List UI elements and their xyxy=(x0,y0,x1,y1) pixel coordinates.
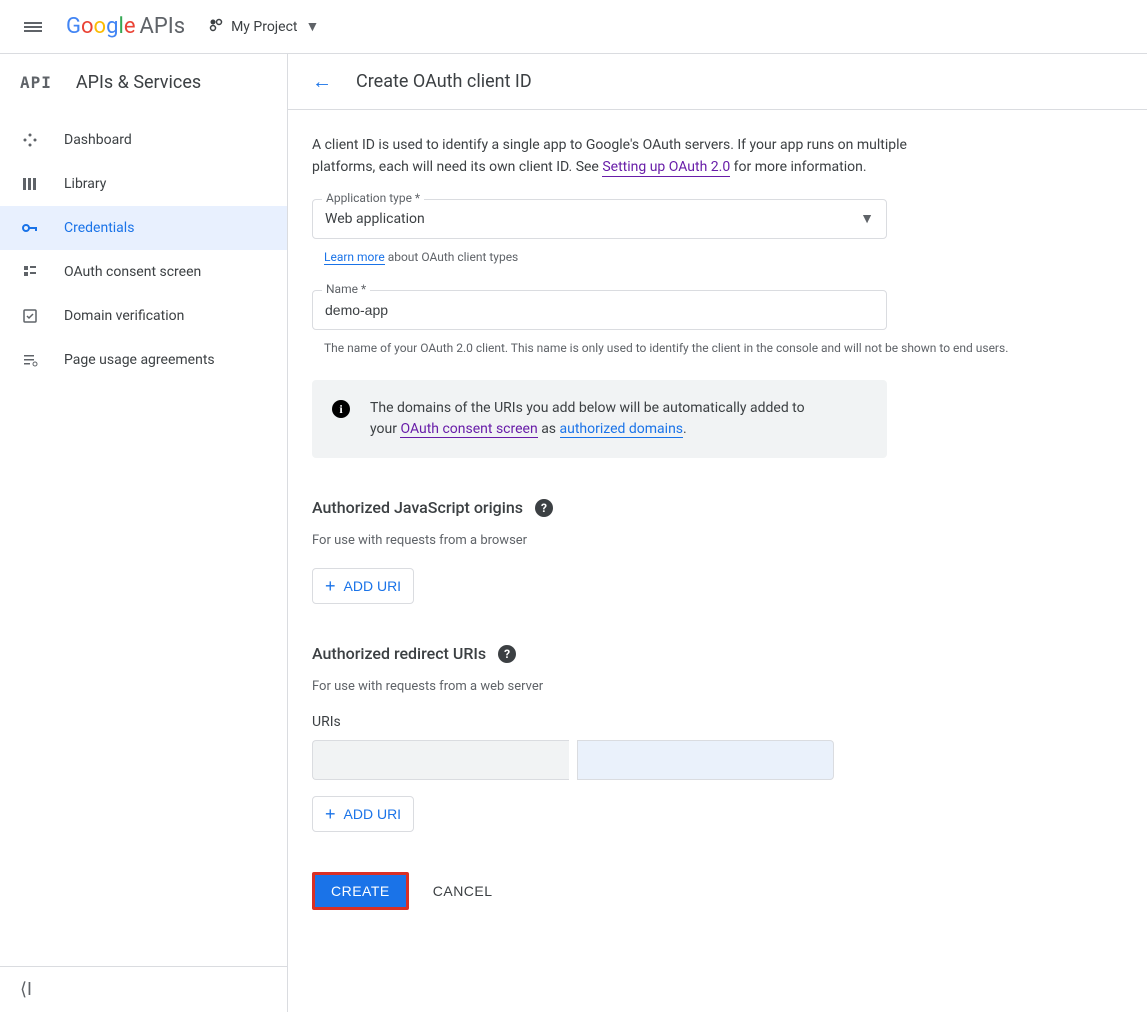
name-label: Name * xyxy=(322,282,370,296)
application-type-label: Application type * xyxy=(322,191,424,205)
uri-input[interactable] xyxy=(577,740,835,780)
uris-label: URIs xyxy=(312,714,887,730)
agreements-icon xyxy=(20,350,40,370)
project-selector[interactable]: My Project ▼ xyxy=(201,12,327,42)
redirect-uris-desc: For use with requests from a web server xyxy=(312,679,887,694)
sidebar: API APIs & Services Dashboard Library Cr… xyxy=(0,54,288,1012)
nav-label: OAuth consent screen xyxy=(64,264,201,280)
nav-label: Page usage agreements xyxy=(64,352,215,368)
application-type-select[interactable]: Web application ▼ xyxy=(312,199,887,239)
sidebar-item-credentials[interactable]: Credentials xyxy=(0,206,287,250)
google-apis-logo[interactable]: GoogleAPIs xyxy=(66,14,185,39)
js-origins-desc: For use with requests from a browser xyxy=(312,533,887,548)
name-help: The name of your OAuth 2.0 client. This … xyxy=(312,334,1123,357)
sidebar-item-dashboard[interactable]: Dashboard xyxy=(0,118,287,162)
topbar: GoogleAPIs My Project ▼ xyxy=(0,0,1147,54)
hamburger-menu-button[interactable] xyxy=(16,12,50,42)
nav-label: Dashboard xyxy=(64,132,132,148)
learn-more-link[interactable]: Learn more xyxy=(324,250,385,265)
actions: CREATE CANCEL xyxy=(312,872,1123,910)
project-name: My Project xyxy=(231,19,297,35)
authorized-domains-link[interactable]: authorized domains xyxy=(560,421,684,438)
intro-text: A client ID is used to identify a single… xyxy=(312,134,912,179)
name-field: Name * xyxy=(312,290,887,330)
nav-label: Credentials xyxy=(64,220,134,236)
uri-input-row xyxy=(312,740,834,780)
plus-icon: + xyxy=(325,576,336,597)
redirect-uris-title: Authorized redirect URIs xyxy=(312,644,486,663)
sidebar-nav: Dashboard Library Credentials OAuth cons… xyxy=(0,110,287,966)
consent-icon xyxy=(20,262,40,282)
collapse-sidebar-icon[interactable]: ⟨I xyxy=(20,979,32,1000)
setting-up-oauth-link[interactable]: Setting up OAuth 2.0 xyxy=(602,159,730,177)
key-icon xyxy=(20,218,40,238)
js-origins-section: Authorized JavaScript origins ? For use … xyxy=(312,498,887,604)
sidebar-title: APIs & Services xyxy=(76,72,201,93)
dropdown-arrow-icon: ▼ xyxy=(306,18,320,35)
chevron-down-icon: ▼ xyxy=(860,210,874,227)
js-origins-title: Authorized JavaScript origins xyxy=(312,498,523,517)
sidebar-item-library[interactable]: Library xyxy=(0,162,287,206)
cancel-button[interactable]: CANCEL xyxy=(433,883,493,899)
sidebar-item-oauth-consent[interactable]: OAuth consent screen xyxy=(0,250,287,294)
sidebar-footer: ⟨I xyxy=(0,966,287,1012)
content-header: ← Create OAuth client ID xyxy=(288,54,1147,110)
application-type-field: Application type * Web application ▼ xyxy=(312,199,887,239)
info-icon: i xyxy=(332,400,350,418)
add-redirect-uri-button[interactable]: + ADD URI xyxy=(312,796,414,832)
nav-label: Domain verification xyxy=(64,308,184,324)
info-box: i The domains of the URIs you add below … xyxy=(312,380,887,458)
hamburger-icon xyxy=(24,22,42,34)
page-title: Create OAuth client ID xyxy=(356,71,532,92)
content: ← Create OAuth client ID A client ID is … xyxy=(288,54,1147,1012)
name-input[interactable] xyxy=(312,290,887,330)
dashboard-icon xyxy=(20,130,40,150)
uri-prefix-input[interactable] xyxy=(312,740,569,780)
info-text: The domains of the URIs you add below wi… xyxy=(370,398,830,440)
oauth-consent-link[interactable]: OAuth consent screen xyxy=(400,421,537,438)
application-type-value: Web application xyxy=(325,211,425,227)
project-icon xyxy=(209,18,223,36)
help-icon[interactable]: ? xyxy=(535,499,553,517)
plus-icon: + xyxy=(325,804,336,825)
api-badge: API xyxy=(20,73,52,92)
back-arrow-icon[interactable]: ← xyxy=(312,69,332,94)
verified-icon xyxy=(20,306,40,326)
add-js-uri-button[interactable]: + ADD URI xyxy=(312,568,414,604)
nav-label: Library xyxy=(64,176,106,192)
sidebar-header: API APIs & Services xyxy=(0,54,287,110)
sidebar-item-domain-verification[interactable]: Domain verification xyxy=(0,294,287,338)
sidebar-item-page-usage[interactable]: Page usage agreements xyxy=(0,338,287,382)
create-button[interactable]: CREATE xyxy=(312,872,409,910)
redirect-uris-section: Authorized redirect URIs ? For use with … xyxy=(312,644,887,832)
help-icon[interactable]: ? xyxy=(498,645,516,663)
app-type-help: Learn more about OAuth client types xyxy=(312,243,1123,266)
library-icon xyxy=(20,174,40,194)
